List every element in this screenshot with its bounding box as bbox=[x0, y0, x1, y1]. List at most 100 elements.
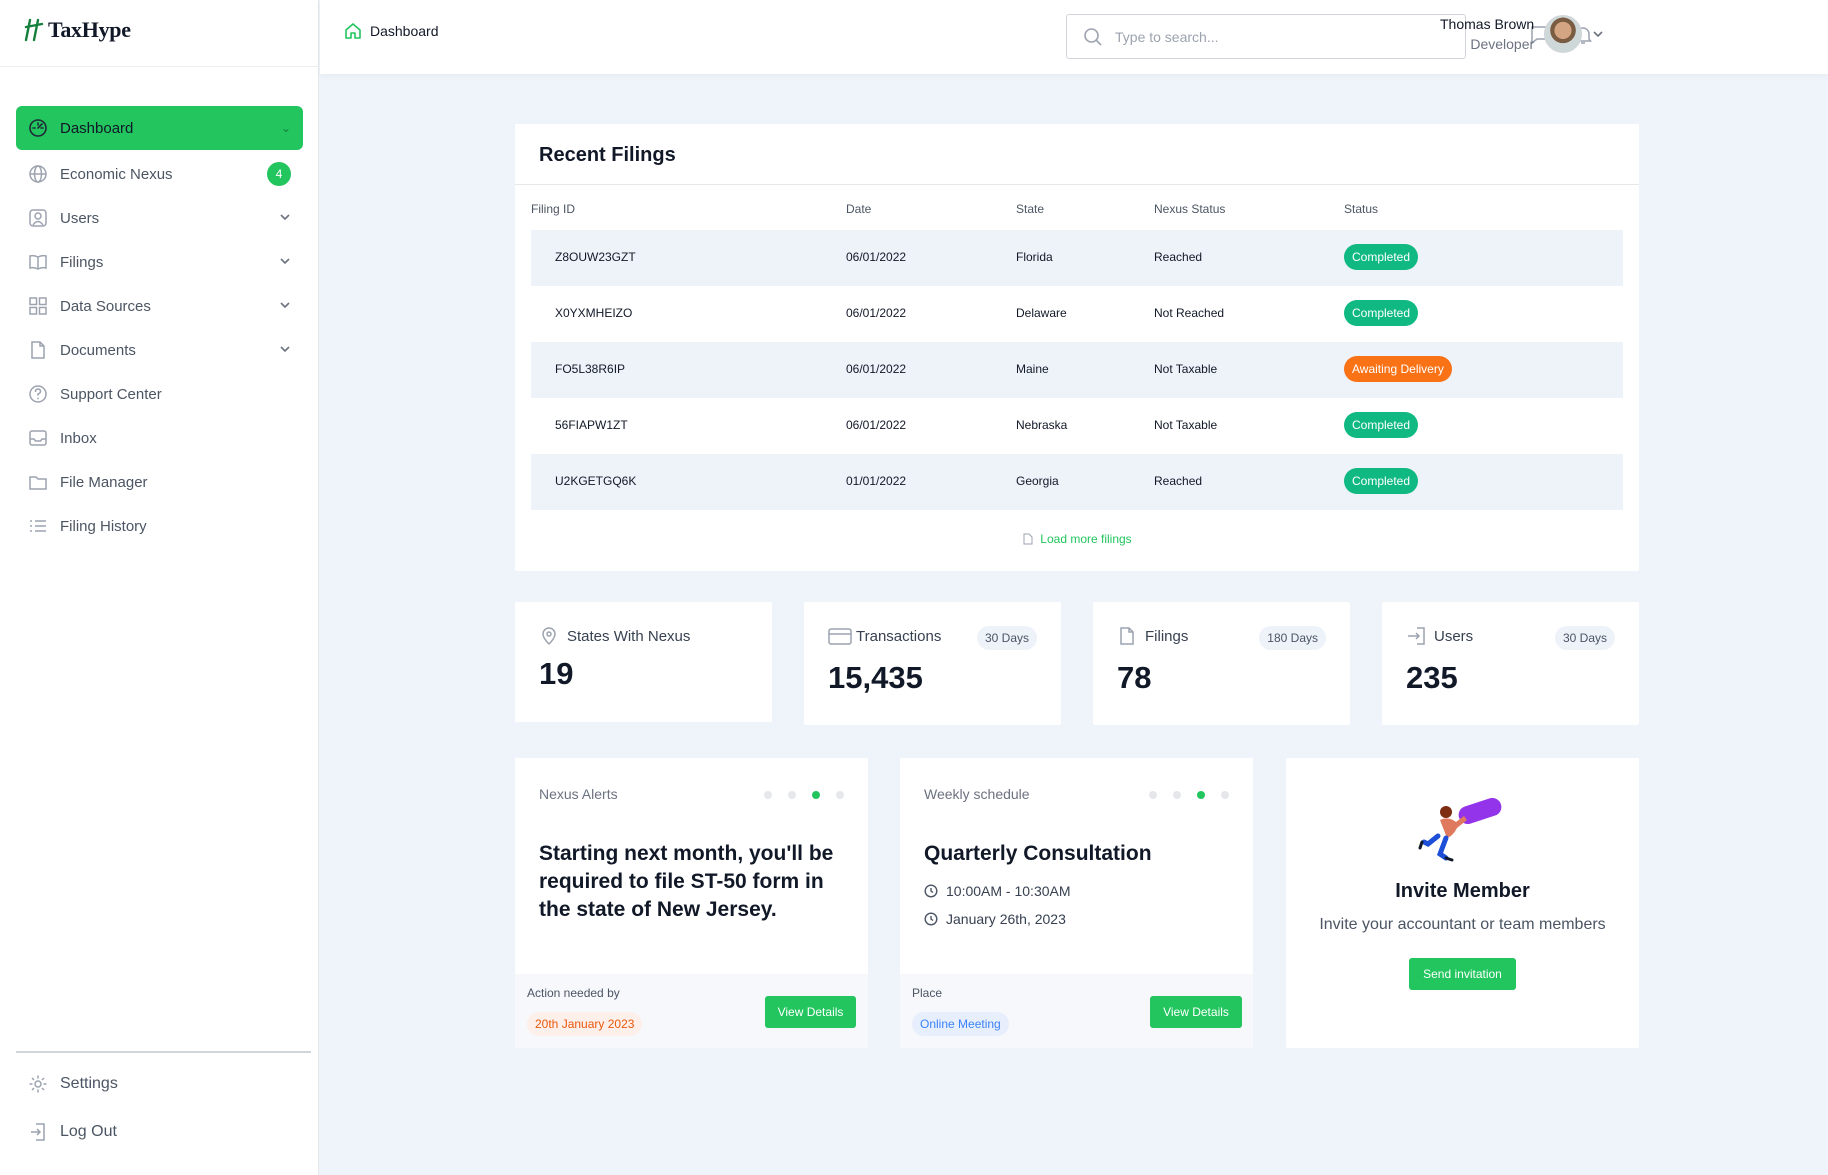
carousel-dot[interactable] bbox=[1173, 791, 1181, 799]
carousel-dot[interactable] bbox=[788, 791, 796, 799]
cell-nexus-status: Reached bbox=[1154, 474, 1203, 488]
sidebar-item-label: Filing History bbox=[60, 517, 147, 535]
breadcrumb: Dashboard bbox=[344, 22, 439, 40]
cell-filing-id: U2KGETGQ6K bbox=[555, 474, 637, 488]
cell-nexus-status: Not Taxable bbox=[1154, 418, 1218, 432]
user-role: Developer bbox=[1470, 36, 1535, 52]
sidebar-item-support-center[interactable]: Support Center bbox=[16, 372, 303, 416]
sidebar-item-filing-history[interactable]: Filing History bbox=[16, 504, 303, 548]
view-details-button[interactable]: View Details bbox=[765, 996, 856, 1028]
period-chip: 30 Days bbox=[976, 626, 1037, 650]
clock-icon bbox=[924, 912, 938, 926]
cell-state: Delaware bbox=[1016, 306, 1067, 320]
load-more-link[interactable]: Load more filings bbox=[515, 532, 1639, 546]
sidebar-nav: Dashboard ⌄ Economic Nexus 4 Users Filin… bbox=[16, 106, 303, 548]
status-badge: Completed bbox=[1344, 300, 1419, 326]
cell-state: Georgia bbox=[1016, 474, 1059, 488]
sidebar-item-file-manager[interactable]: File Manager bbox=[16, 460, 303, 504]
gear-icon bbox=[28, 1074, 48, 1094]
sidebar-item-dashboard[interactable]: Dashboard ⌄ bbox=[16, 106, 303, 150]
folder-icon bbox=[28, 472, 48, 492]
cell-date: 06/01/2022 bbox=[846, 250, 907, 264]
sidebar-item-label: Inbox bbox=[60, 429, 97, 447]
cell-filing-id: X0YXMHEIZO bbox=[555, 306, 633, 320]
invite-subtitle: Invite your accountant or team members bbox=[1319, 916, 1606, 933]
user-name: Thomas Brown bbox=[1440, 16, 1535, 32]
column-header-date: Date bbox=[846, 202, 872, 216]
sidebar: TaxHype Dashboard ⌄ Economic Nexus 4 Use… bbox=[0, 0, 319, 1175]
inbox-icon bbox=[28, 428, 48, 448]
carousel-dot-active[interactable] bbox=[1197, 791, 1205, 799]
stat-value: 235 bbox=[1406, 660, 1458, 695]
cell-state: Nebraska bbox=[1016, 418, 1068, 432]
user-menu[interactable]: Thomas Brown Developer bbox=[1440, 14, 1604, 54]
book-icon bbox=[28, 252, 48, 272]
sidebar-item-label: Support Center bbox=[60, 385, 162, 403]
cell-date: 06/01/2022 bbox=[846, 306, 907, 320]
logout-icon bbox=[28, 1122, 48, 1142]
search-input[interactable] bbox=[1115, 28, 1435, 45]
globe-icon bbox=[28, 164, 48, 184]
carousel-dots bbox=[764, 791, 844, 799]
sidebar-item-documents[interactable]: Documents bbox=[16, 328, 303, 372]
weekly-schedule-card: Weekly schedule Quarterly Consultation 1… bbox=[900, 758, 1253, 1048]
avatar[interactable] bbox=[1544, 15, 1583, 53]
stat-card-transactions: Transactions 30 Days 15,435 bbox=[804, 602, 1061, 725]
card-footer: Place Online Meeting View Details bbox=[900, 974, 1253, 1048]
table-row[interactable]: 56FIAPW1ZT 06/01/2022 Nebraska Not Taxab… bbox=[531, 398, 1623, 454]
sidebar-item-label: Users bbox=[60, 209, 100, 227]
view-details-button[interactable]: View Details bbox=[1150, 996, 1242, 1028]
grid-icon bbox=[28, 296, 48, 316]
stat-label: Users bbox=[1434, 628, 1474, 645]
login-icon bbox=[1406, 626, 1426, 646]
document-icon bbox=[1023, 533, 1033, 545]
stat-value: 15,435 bbox=[828, 660, 923, 695]
table-row[interactable]: Z8OUW23GZT 06/01/2022 Florida Reached Co… bbox=[531, 230, 1623, 286]
chevron-down-icon[interactable] bbox=[1592, 28, 1604, 40]
sidebar-bottom: Settings Log Out bbox=[16, 1060, 303, 1156]
app-logo[interactable]: TaxHype bbox=[24, 14, 131, 46]
column-header-status: Status bbox=[1344, 202, 1379, 216]
sidebar-item-data-sources[interactable]: Data Sources bbox=[16, 284, 303, 328]
user-info: Thomas Brown Developer bbox=[1440, 14, 1534, 54]
column-header-filing-id: Filing ID bbox=[531, 202, 576, 216]
cell-filing-id: Z8OUW23GZT bbox=[555, 250, 636, 264]
table-row[interactable]: X0YXMHEIZO 06/01/2022 Delaware Not Reach… bbox=[531, 286, 1623, 342]
sidebar-item-settings[interactable]: Settings bbox=[16, 1060, 303, 1108]
sidebar-divider bbox=[0, 66, 319, 67]
event-time-text: 10:00AM - 10:30AM bbox=[946, 883, 1071, 899]
carousel-dot-active[interactable] bbox=[812, 791, 820, 799]
carousel-dot[interactable] bbox=[1149, 791, 1157, 799]
carousel-dot[interactable] bbox=[1221, 791, 1229, 799]
sidebar-item-economic-nexus[interactable]: Economic Nexus 4 bbox=[16, 152, 303, 196]
send-invitation-button[interactable]: Send invitation bbox=[1409, 958, 1516, 990]
stat-label: States With Nexus bbox=[567, 628, 691, 645]
card-title: Weekly schedule bbox=[924, 786, 1030, 802]
stat-card-filings: Filings 180 Days 78 bbox=[1093, 602, 1350, 725]
chevron-down-icon bbox=[279, 299, 291, 314]
breadcrumb-current[interactable]: Dashboard bbox=[370, 23, 439, 39]
sidebar-item-filings[interactable]: Filings bbox=[16, 240, 303, 284]
carousel-dot[interactable] bbox=[764, 791, 772, 799]
carousel-dot[interactable] bbox=[836, 791, 844, 799]
search-box[interactable] bbox=[1066, 14, 1466, 59]
chevron-down-icon: ⌄ bbox=[280, 121, 291, 135]
table-row[interactable]: FO5L38R6IP 06/01/2022 Maine Not Taxable … bbox=[531, 342, 1623, 398]
event-title: Quarterly Consultation bbox=[924, 842, 1152, 865]
table-row[interactable]: U2KGETGQ6K 01/01/2022 Georgia Reached Co… bbox=[531, 454, 1623, 510]
sidebar-item-logout[interactable]: Log Out bbox=[16, 1108, 303, 1156]
sidebar-item-label: Filings bbox=[60, 253, 104, 271]
home-icon[interactable] bbox=[344, 22, 362, 40]
sidebar-item-users[interactable]: Users bbox=[16, 196, 303, 240]
place-chip: Online Meeting bbox=[912, 1012, 1009, 1036]
nexus-count-badge: 4 bbox=[267, 162, 291, 186]
invite-title: Invite Member bbox=[1395, 880, 1530, 902]
document-icon bbox=[1117, 626, 1137, 646]
table-header: Filing ID Date State Nexus Status Status bbox=[531, 202, 1623, 222]
event-date: January 26th, 2023 bbox=[924, 911, 1066, 927]
sidebar-item-label: Economic Nexus bbox=[60, 165, 173, 183]
sidebar-item-inbox[interactable]: Inbox bbox=[16, 416, 303, 460]
cell-state: Maine bbox=[1016, 362, 1049, 376]
column-header-state: State bbox=[1016, 202, 1045, 216]
dashboard-icon bbox=[28, 118, 48, 138]
